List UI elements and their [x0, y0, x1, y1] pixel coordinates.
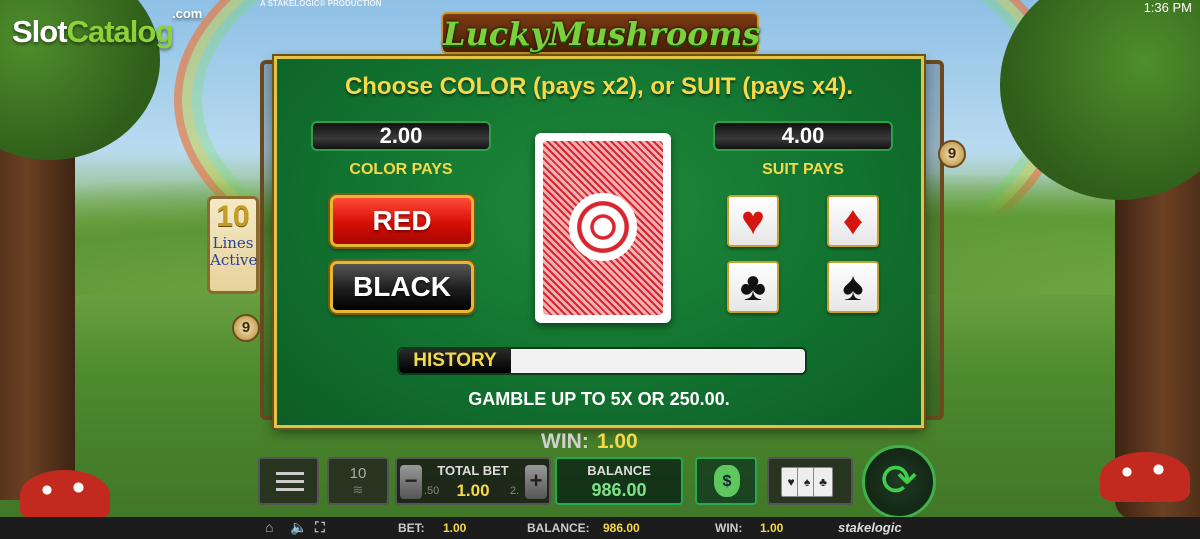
game-logo: LuckyMushrooms [441, 12, 760, 54]
balance-value: 986.00 [591, 480, 647, 500]
mushroom-decoration-left [20, 470, 110, 520]
lines-icon: ≋ [352, 482, 364, 497]
status-balance-label: BALANCE: [527, 521, 590, 535]
fullscreen-icon[interactable]: ⛶ [315, 519, 325, 536]
status-bar: ⌂ 🔈 ⛶ BET: 1.00 BALANCE: 986.00 WIN: 1.0… [0, 517, 1200, 539]
bet-increase-button[interactable]: + [525, 465, 547, 499]
cards-icon: ♣ [813, 467, 833, 497]
active-label: Active [210, 251, 258, 269]
menu-icon-bar [276, 480, 304, 483]
money-bag-icon: $ [714, 465, 740, 497]
producer-credit: A STAKELOGIC® PRODUCTION [260, 0, 382, 8]
clock: 1:36 PM [1143, 0, 1192, 15]
card-back-emblem-icon [569, 193, 637, 261]
menu-button[interactable] [258, 457, 319, 505]
lines-count: 10 [216, 200, 250, 233]
lines-button[interactable]: 10 ≋ [327, 457, 389, 505]
slotcatalog-watermark: SlotCatalog .com [12, 6, 203, 49]
lines-label: Lines [212, 234, 254, 252]
spades-icon: ♠ [842, 265, 864, 309]
payline-marker-left: 9 [232, 314, 260, 342]
gamble-cards-button[interactable]: ♥ ♠ ♣ [767, 457, 853, 505]
spades-button[interactable]: ♠ [827, 261, 879, 313]
clubs-icon: ♣ [739, 265, 767, 309]
gamble-limit-note: GAMBLE UP TO 5X OR 250.00. [468, 389, 730, 409]
mute-icon[interactable]: 🔈 [290, 519, 307, 536]
status-balance-value: 986.00 [603, 521, 640, 535]
menu-icon [276, 472, 304, 475]
red-button[interactable]: RED [330, 195, 474, 247]
color-pays-value: 2.00 [311, 121, 491, 151]
history-label: HISTORY [399, 349, 511, 373]
home-icon[interactable]: ⌂ [265, 519, 273, 535]
bet-next-value: 2. [510, 485, 520, 497]
gamble-title: Choose COLOR (pays x2), or SUIT (pays x4… [344, 73, 854, 100]
diamonds-icon: ♦ [842, 199, 864, 243]
lines-value: 10 [349, 465, 367, 482]
clubs-button[interactable]: ♣ [727, 261, 779, 313]
status-win-value: 1.00 [760, 521, 784, 535]
lines-active-badge: 10 Lines Active [207, 196, 259, 294]
payline-marker-right: 9 [938, 140, 966, 168]
gamble-panel: Choose COLOR (pays x2), or SUIT (pays x4… [274, 56, 924, 428]
suit-pays-label: SUIT PAYS [762, 161, 844, 178]
win-value: 1.00 [596, 430, 638, 453]
win-label: WIN: [541, 430, 589, 453]
hearts-button[interactable]: ♥ [727, 195, 779, 247]
hearts-icon: ♥ [741, 199, 765, 243]
menu-icon-bar [276, 488, 304, 491]
history-bar: HISTORY [397, 347, 807, 375]
win-display: WIN: 1.00 [541, 430, 638, 454]
black-button[interactable]: BLACK [330, 261, 474, 313]
spin-arrows-icon: ⟳ [880, 456, 918, 505]
collect-button[interactable]: $ [695, 457, 757, 505]
status-bet-label: BET: [398, 521, 425, 535]
balance-label: BALANCE [587, 463, 651, 478]
card-back-pattern [543, 141, 663, 315]
stakelogic-logo: stakelogic [838, 520, 902, 535]
balance-display: BALANCE 986.00 [555, 457, 683, 505]
spin-button[interactable]: ⟳ [862, 445, 936, 519]
status-win-label: WIN: [715, 521, 743, 535]
suit-pays-value: 4.00 [713, 121, 893, 151]
diamonds-button[interactable]: ♦ [827, 195, 879, 247]
mushroom-decoration-right [1100, 452, 1190, 502]
total-bet-control: − .50 TOTAL BET 1.00 2. + [395, 457, 551, 505]
status-bet-value: 1.00 [443, 521, 467, 535]
face-down-card [535, 133, 671, 323]
color-pays-label: COLOR PAYS [349, 161, 453, 178]
